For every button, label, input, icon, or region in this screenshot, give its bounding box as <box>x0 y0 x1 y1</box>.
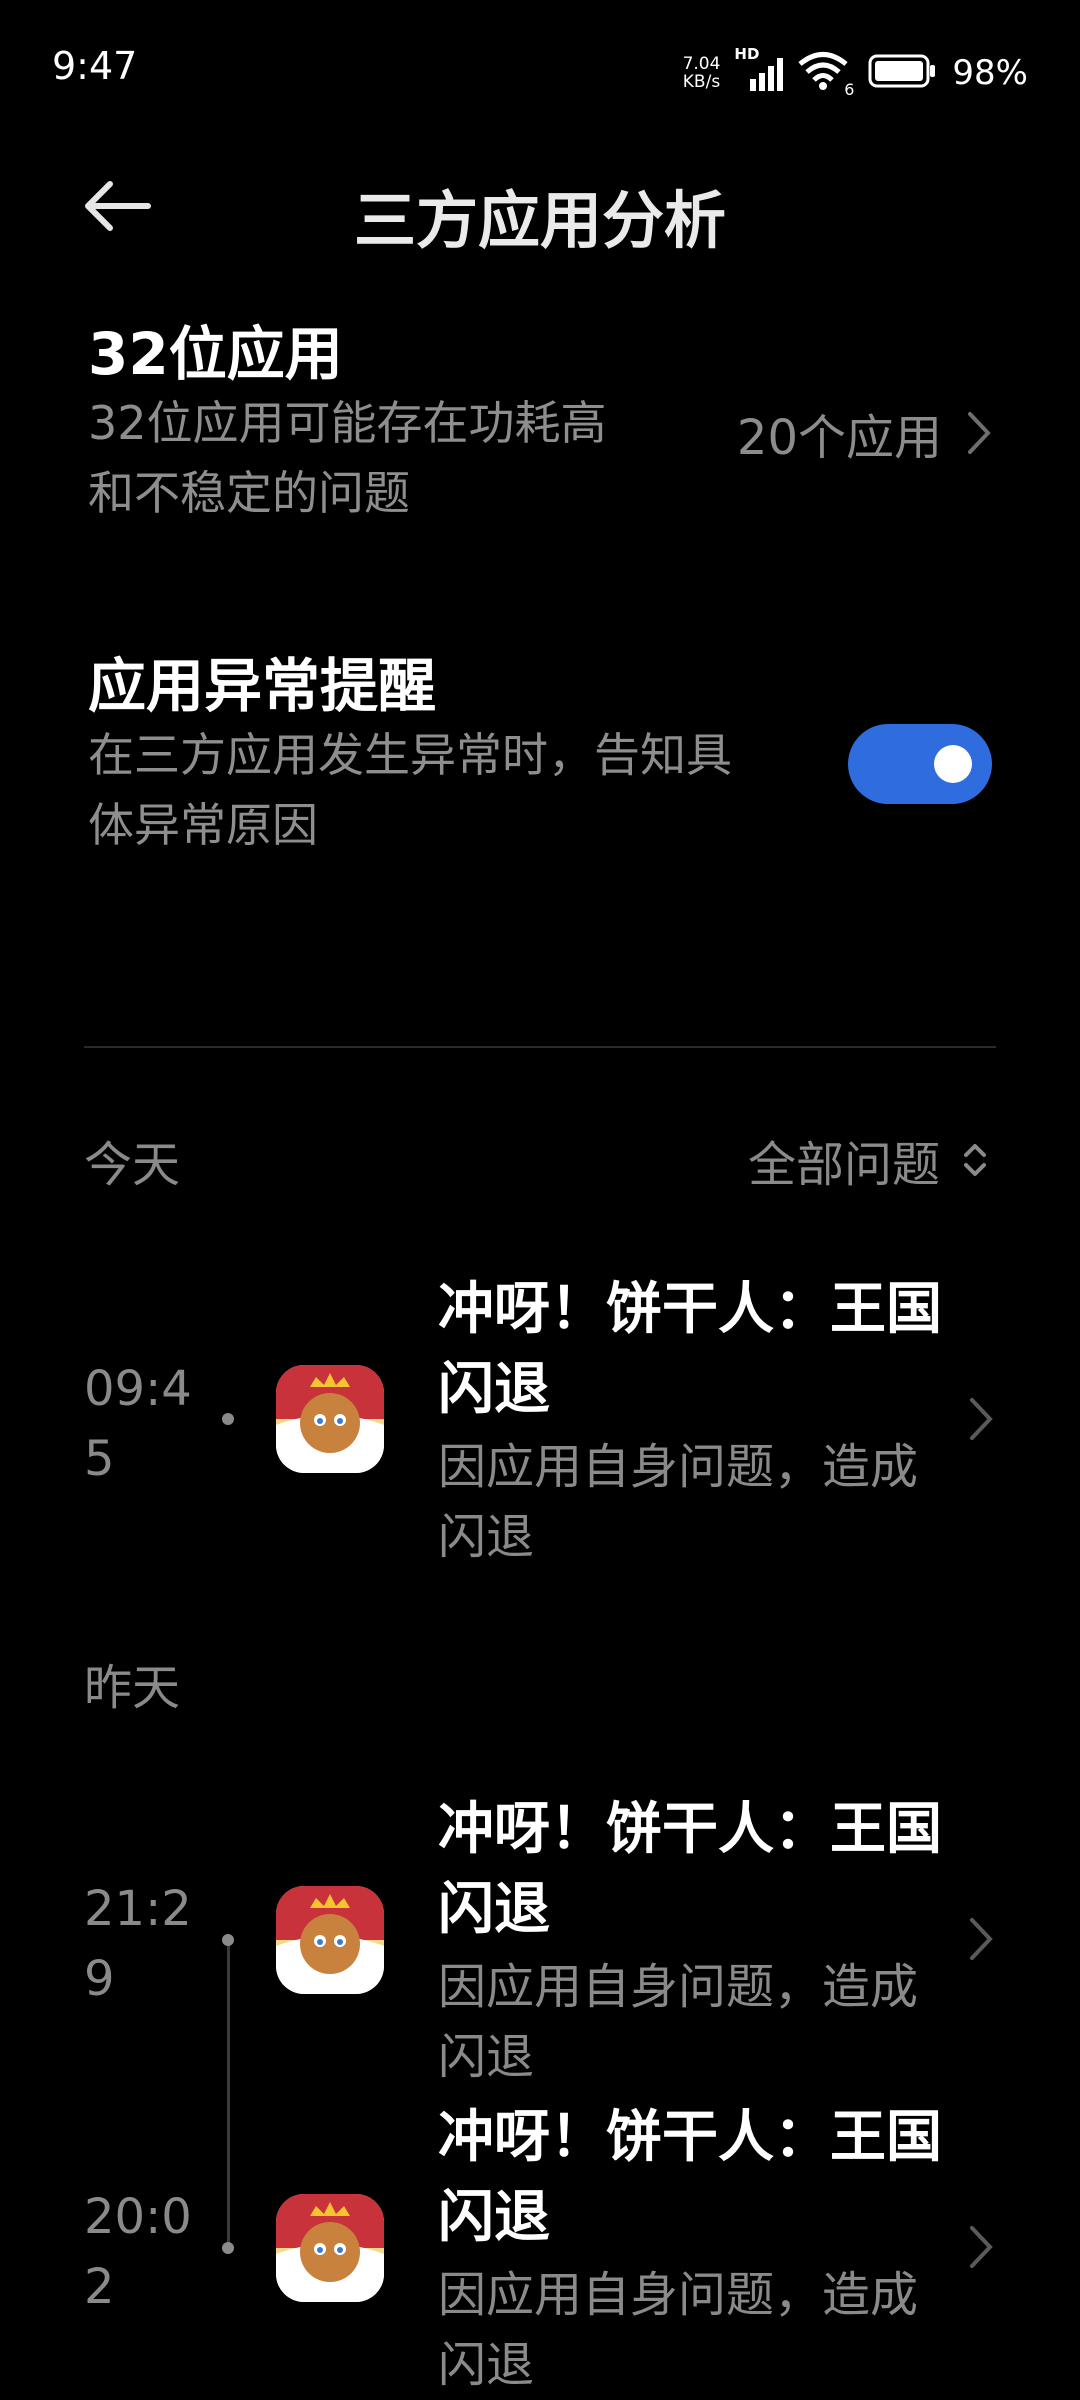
crash-entry[interactable]: 09:4 5 冲呀！饼干人：王国 闪退 因应用自身问题，造成 闪退 <box>84 1270 996 1570</box>
issue-filter-label: 全部问题 <box>747 1137 940 1193</box>
bit32-apps-row[interactable]: 32位应用 32位应用可能存在功耗高 和不稳定的问题 20个应用 <box>88 320 992 550</box>
cookie-run-app-icon <box>276 1886 384 1994</box>
entry-desc-line1: 因应用自身问题，造成 <box>438 1959 919 2015</box>
app-alert-desc-line2: 体异常原因 <box>88 798 318 852</box>
entry-title-line1: 冲呀！饼干人：王国 <box>438 1797 942 1862</box>
header: 三方应用分析 <box>0 140 1080 270</box>
net-speed-unit: KB/s <box>682 72 721 92</box>
chevron-right-icon <box>970 1918 993 1960</box>
entry-time: 20:0 2 <box>84 2182 204 2322</box>
timeline-dot <box>222 1413 234 1425</box>
entry-title: 冲呀！饼干人：王国 闪退 <box>438 2098 958 2258</box>
entry-time-line1: 09:4 <box>84 1361 192 1417</box>
entry-desc: 因应用自身问题，造成 闪退 <box>438 1432 958 1572</box>
entry-title-line1: 冲呀！饼干人：王国 <box>438 2105 942 2170</box>
entry-time-line1: 21:2 <box>84 1881 192 1937</box>
entry-desc-line2: 闪退 <box>438 2337 535 2393</box>
entry-title-line2: 闪退 <box>438 1877 550 1942</box>
entry-desc: 因应用自身问题，造成 闪退 <box>438 1952 958 2092</box>
entry-title: 冲呀！饼干人：王国 闪退 <box>438 1790 958 1950</box>
entry-time: 09:4 5 <box>84 1354 204 1494</box>
app-alert-title: 应用异常提醒 <box>88 652 437 720</box>
net-speed: 7.04 KB/s <box>683 55 721 91</box>
crash-entry[interactable]: 20:0 2 冲呀！饼干人：王国 闪退 因应用自身问题，造成 闪退 <box>84 2098 996 2398</box>
issue-filter-dropdown[interactable]: 全部问题 <box>748 1125 988 1195</box>
status-bar: 9:47 7.04 KB/s HD 6 98% <box>0 0 1080 140</box>
bit32-apps-desc-line2: 和不稳定的问题 <box>88 466 410 520</box>
bit32-apps-count: 20个应用 <box>737 398 992 468</box>
chevron-right-icon <box>970 2226 993 2268</box>
chevron-right-icon <box>968 412 991 454</box>
crash-entry[interactable]: 21:2 9 冲呀！饼干人：王国 闪退 因应用自身问题，造成 闪退 <box>84 1790 996 2090</box>
chevron-right-icon <box>970 1398 993 1440</box>
timeline-dot <box>222 2242 234 2254</box>
section-label-today: 今天 <box>84 1137 181 1193</box>
cookie-run-app-icon <box>276 2194 384 2302</box>
bit32-apps-count-label: 20个应用 <box>736 410 942 466</box>
entry-desc: 因应用自身问题，造成 闪退 <box>438 2260 958 2400</box>
wifi-badge: 6 <box>844 80 855 99</box>
entry-title: 冲呀！饼干人：王国 闪退 <box>438 1270 958 1430</box>
entry-time-line2: 5 <box>84 1431 115 1487</box>
battery-icon <box>868 53 938 93</box>
bit32-apps-title: 32位应用 <box>88 320 343 388</box>
status-time: 9:47 <box>52 44 138 88</box>
app-alert-row: 应用异常提醒 在三方应用发生异常时，告知具 体异常原因 <box>88 652 992 882</box>
toggle-knob <box>934 745 972 783</box>
status-icons: 7.04 KB/s HD 6 98% <box>683 45 1028 99</box>
cookie-run-app-icon <box>276 1365 384 1473</box>
app-alert-desc-line1: 在三方应用发生异常时，告知具 <box>88 728 732 782</box>
entry-time: 21:2 9 <box>84 1874 204 2014</box>
network-badge: HD <box>734 45 760 63</box>
battery-percent: 98% <box>952 53 1028 93</box>
divider <box>84 1046 996 1048</box>
page-title: 三方应用分析 <box>353 184 726 257</box>
entry-desc-line1: 因应用自身问题，造成 <box>438 2267 919 2323</box>
entry-desc-line2: 闪退 <box>438 2029 535 2085</box>
entry-title-line1: 冲呀！饼干人：王国 <box>438 1277 942 1342</box>
timeline-dot <box>222 1934 234 1946</box>
section-label-yesterday: 昨天 <box>84 1660 181 1716</box>
entry-title-line2: 闪退 <box>438 1357 550 1422</box>
signal-icon: HD <box>734 45 784 93</box>
net-speed-value: 7.04 <box>682 54 721 74</box>
entry-time-line2: 9 <box>84 1951 115 2007</box>
wifi-icon: 6 <box>798 51 854 99</box>
sort-updown-icon <box>964 1144 986 1176</box>
entry-title-line2: 闪退 <box>438 2185 550 2250</box>
entry-desc-line2: 闪退 <box>438 1509 535 1565</box>
entry-time-line2: 2 <box>84 2259 115 2315</box>
entry-time-line1: 20:0 <box>84 2189 192 2245</box>
entry-desc-line1: 因应用自身问题，造成 <box>438 1439 919 1495</box>
app-alert-toggle[interactable] <box>848 724 992 804</box>
